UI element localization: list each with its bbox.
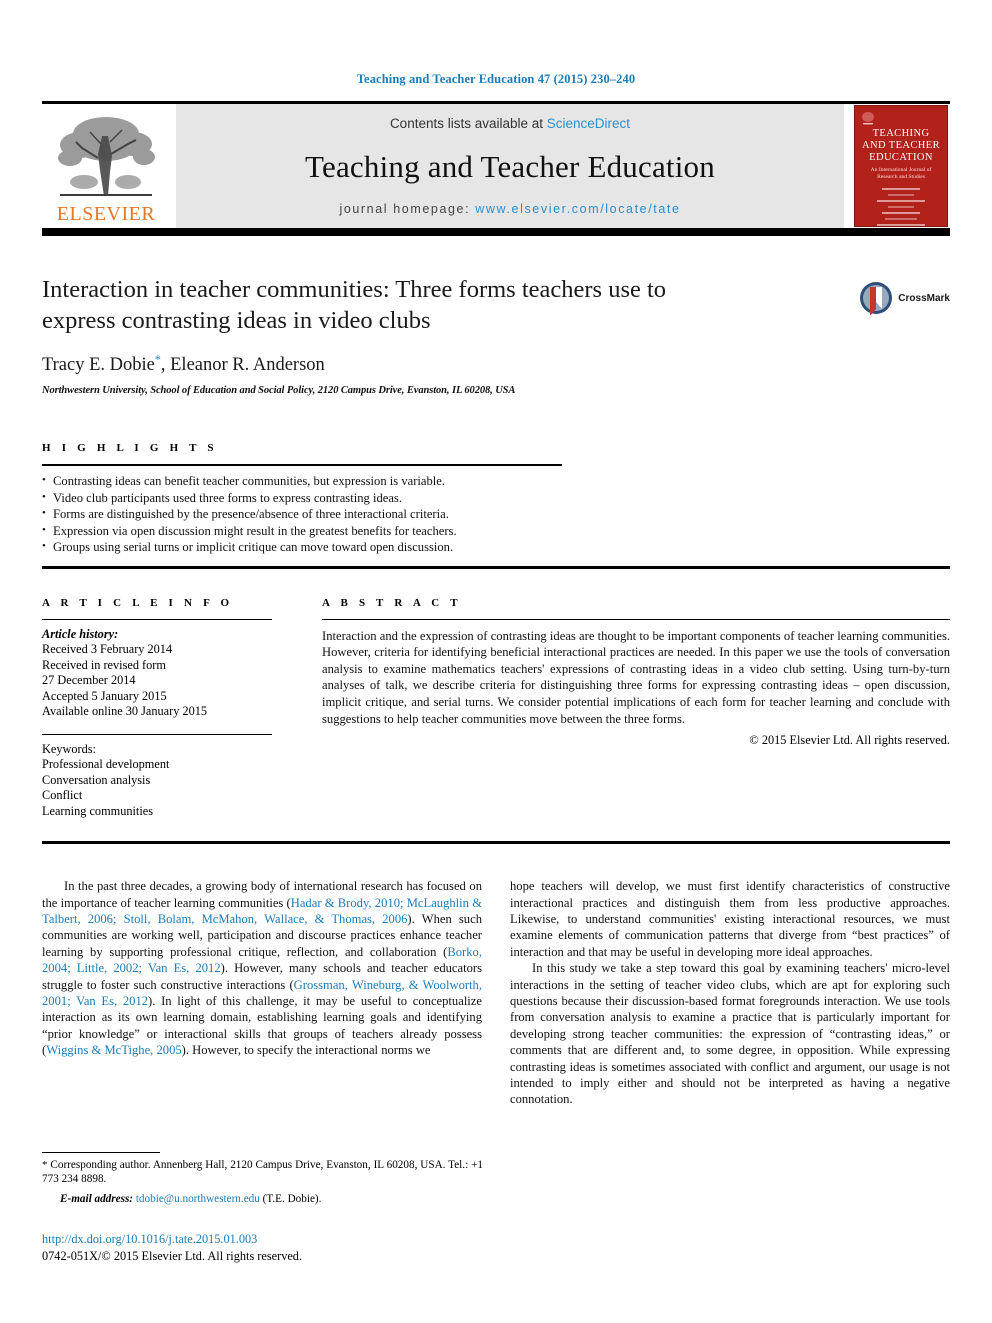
elsevier-logo: ELSEVIER xyxy=(42,104,170,228)
contents-available-line: Contents lists available at ScienceDirec… xyxy=(390,116,630,131)
abstract-rule xyxy=(322,618,950,620)
body-columns: In the past three decades, a growing bod… xyxy=(42,878,950,1108)
homepage-prefix: journal homepage: xyxy=(339,202,476,216)
history-item: Received in revised form xyxy=(42,657,166,672)
article-title-block: Interaction in teacher communities: Thre… xyxy=(42,274,950,396)
history-item: 27 December 2014 xyxy=(42,673,136,688)
email-note: E-mail address: tdobie@u.northwestern.ed… xyxy=(42,1193,483,1205)
history-item: Available online 30 January 2015 xyxy=(42,704,208,719)
keywords-label: Keywords: xyxy=(42,741,96,756)
paper-page: Teaching and Teacher Education 47 (2015)… xyxy=(0,0,992,1323)
keywords-block: Keywords: Professional development Conve… xyxy=(42,742,272,820)
body-paragraph: In the past three decades, a growing bod… xyxy=(42,878,482,1058)
keyword-item: Learning communities xyxy=(42,803,153,818)
body-top-rule xyxy=(42,841,950,845)
highlights-bottom-rule xyxy=(42,565,950,569)
history-item: Accepted 5 January 2015 xyxy=(42,688,167,703)
journal-homepage-link[interactable]: www.elsevier.com/locate/tate xyxy=(475,202,680,216)
abstract-column: A B S T R A C T Interaction and the expr… xyxy=(322,597,950,820)
history-item: Received 3 February 2014 xyxy=(42,642,173,657)
cover-title-line1: TEACHING xyxy=(872,128,930,139)
body-paragraph: In this study we take a step toward this… xyxy=(510,961,950,1107)
cover-title-line2: AND TEACHER xyxy=(862,140,940,151)
elsevier-wordmark: ELSEVIER xyxy=(56,203,156,225)
contents-prefix: Contents lists available at xyxy=(389,116,547,131)
email-link[interactable]: tdobie@u.northwestern.edu xyxy=(136,1193,260,1205)
body-left-column: In the past three decades, a growing bod… xyxy=(42,878,482,1108)
issn-copyright-line: 0742-051X/© 2015 Elsevier Ltd. All right… xyxy=(42,1249,303,1263)
journal-cover-image: TEACHING AND TEACHER EDUCATION An Intern… xyxy=(854,105,948,227)
keyword-item: Professional development xyxy=(42,757,170,772)
footnote-region: * Corresponding author. Annenberg Hall, … xyxy=(42,1152,483,1205)
footer-region: http://dx.doi.org/10.1016/j.tate.2015.01… xyxy=(42,1232,483,1264)
article-history: Article history: Received 3 February 201… xyxy=(42,627,272,720)
body-paragraph: hope teachers will develop, we must firs… xyxy=(510,879,950,959)
list-item: Forms are distinguished by the presence/… xyxy=(42,505,562,523)
page-title: Interaction in teacher communities: Thre… xyxy=(42,276,667,334)
corresponding-author-note: * Corresponding author. Annenberg Hall, … xyxy=(42,1158,483,1187)
author-secondary: , Eleanor R. Anderson xyxy=(160,355,325,376)
highlights-rule xyxy=(42,464,562,467)
author-list: Tracy E. Dobie*, Eleanor R. Anderson xyxy=(42,352,742,376)
para-text: ). However, to specify the interactional… xyxy=(181,1043,431,1058)
crossmark-icon xyxy=(860,282,893,315)
footnote-text: Corresponding author. Annenberg Hall, 21… xyxy=(42,1159,483,1186)
sciencedirect-link[interactable]: ScienceDirect xyxy=(547,116,630,131)
cover-title-line3: EDUCATION xyxy=(869,152,933,163)
highlights-list: Contrasting ideas can benefit teacher co… xyxy=(42,472,562,556)
cover-elsevier-icon xyxy=(862,112,874,125)
article-history-label: Article history: xyxy=(42,626,119,641)
info-abstract-region: A R T I C L E I N F O Article history: R… xyxy=(42,597,950,820)
email-label: E-mail address: xyxy=(60,1192,134,1205)
highlights-heading: H I G H L I G H T S xyxy=(42,442,218,455)
article-info-column: A R T I C L E I N F O Article history: R… xyxy=(42,597,272,820)
article-info-rule xyxy=(42,618,272,620)
list-item: Expression via open discussion might res… xyxy=(42,522,562,540)
list-item: Video club participants used three forms… xyxy=(42,489,562,507)
cover-contents-lines xyxy=(855,188,947,226)
footnote-rule xyxy=(42,1152,160,1153)
masthead-bottom-rule xyxy=(42,228,950,236)
elsevier-tree-icon xyxy=(58,117,155,196)
cover-title: TEACHING AND TEACHER EDUCATION xyxy=(855,128,947,164)
keywords-rule xyxy=(42,733,272,735)
crossmark-badge[interactable]: CrossMark xyxy=(859,278,950,318)
email-suffix: (T.E. Dobie). xyxy=(259,1192,322,1205)
abstract-text: Interaction and the expression of contra… xyxy=(322,628,950,726)
keyword-item: Conflict xyxy=(42,788,83,803)
journal-masthead: ELSEVIER Contents lists available at Sci… xyxy=(42,104,950,228)
article-info-heading: A R T I C L E I N F O xyxy=(42,596,234,609)
abstract-heading: A B S T R A C T xyxy=(322,596,462,609)
keyword-item: Conversation analysis xyxy=(42,772,151,787)
citation-link[interactable]: Wiggins & McTighe, 2005 xyxy=(46,1043,181,1057)
journal-title: Teaching and Teacher Education xyxy=(305,148,715,184)
author-primary: Tracy E. Dobie xyxy=(42,355,155,376)
list-item: Groups using serial turns or implicit cr… xyxy=(42,538,562,556)
journal-cover-thumbnail: TEACHING AND TEACHER EDUCATION An Intern… xyxy=(852,104,950,228)
doi-link[interactable]: http://dx.doi.org/10.1016/j.tate.2015.01… xyxy=(42,1232,483,1247)
cover-subtitle: An International Journal of Research and… xyxy=(870,167,932,180)
masthead-center-panel: Contents lists available at ScienceDirec… xyxy=(176,104,844,228)
author-affiliation: Northwestern University, School of Educa… xyxy=(42,385,516,397)
crossmark-label: CrossMark xyxy=(898,292,950,304)
journal-homepage-line: journal homepage: www.elsevier.com/locat… xyxy=(339,202,680,216)
highlights-section: H I G H L I G H T S Contrasting ideas ca… xyxy=(42,442,562,556)
body-right-column: hope teachers will develop, we must firs… xyxy=(510,878,950,1108)
list-item: Contrasting ideas can benefit teacher co… xyxy=(42,472,562,490)
abstract-copyright: © 2015 Elsevier Ltd. All rights reserved… xyxy=(749,733,950,748)
running-head: Teaching and Teacher Education 47 (2015)… xyxy=(356,72,636,86)
